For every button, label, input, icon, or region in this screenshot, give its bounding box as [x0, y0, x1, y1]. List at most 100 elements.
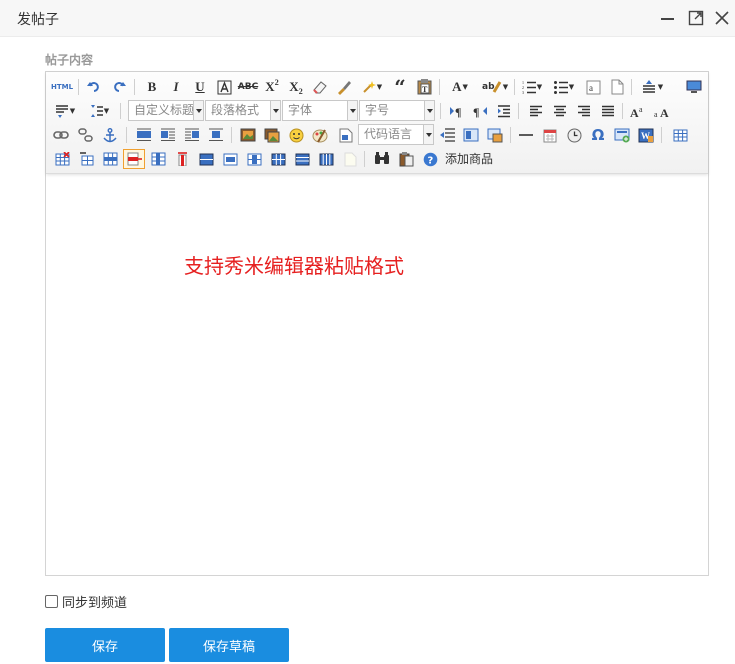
subscript-icon[interactable]: X2: [286, 77, 306, 97]
lowercase-icon[interactable]: aA: [652, 101, 672, 121]
row-spacing-icon[interactable]: ▼: [84, 101, 114, 121]
format-brush-icon[interactable]: [334, 77, 354, 97]
custom-heading-select[interactable]: 自定义标题: [128, 100, 204, 121]
strikethrough-icon[interactable]: ABC: [238, 77, 258, 97]
align-left-icon[interactable]: [526, 101, 546, 121]
sync-to-channel-label[interactable]: 同步到频道: [62, 592, 127, 611]
unlink-icon[interactable]: [76, 125, 96, 145]
ltr-direction-icon[interactable]: ¶: [446, 101, 466, 121]
toolbar-separator: [631, 79, 632, 95]
paragraph-format-select[interactable]: 段落格式: [205, 100, 281, 121]
svg-text:a: a: [589, 83, 593, 93]
blank-document-icon[interactable]: [340, 149, 360, 169]
image-none-icon[interactable]: [134, 125, 154, 145]
page-break-icon[interactable]: [607, 77, 627, 97]
redo-icon[interactable]: [109, 77, 129, 97]
font-border-icon[interactable]: [214, 77, 234, 97]
insert-paragraph-before-table-icon[interactable]: [76, 149, 96, 169]
font-size-select[interactable]: 字号: [359, 100, 435, 121]
image-left-icon[interactable]: [158, 125, 178, 145]
undo-icon[interactable]: [84, 77, 104, 97]
svg-text:A: A: [630, 106, 639, 119]
toolbar-separator: [661, 127, 662, 143]
font-family-value: 字体: [288, 103, 313, 117]
toolbar-separator: [440, 103, 441, 119]
superscript-icon[interactable]: X2: [262, 77, 282, 97]
italic-icon[interactable]: I: [166, 77, 186, 97]
special-char-icon[interactable]: Ω: [588, 125, 608, 145]
preview-icon[interactable]: [684, 77, 704, 97]
editor-content-area[interactable]: 支持秀米编辑器粘贴格式: [46, 175, 708, 575]
image-center-icon[interactable]: [206, 125, 226, 145]
insert-frame-icon[interactable]: [461, 125, 481, 145]
rtl-direction-icon[interactable]: ¶: [470, 101, 490, 121]
auto-format-icon[interactable]: ▼: [358, 77, 386, 97]
date-icon[interactable]: [540, 125, 560, 145]
sync-to-channel-checkbox[interactable]: [45, 595, 58, 608]
delete-row-icon[interactable]: [123, 149, 145, 169]
paste-plain-icon[interactable]: T: [414, 77, 434, 97]
row-spacing-top-icon[interactable]: ▼: [51, 101, 79, 121]
attachment-icon[interactable]: [396, 149, 416, 169]
delete-col-icon[interactable]: [172, 149, 192, 169]
toolbar-separator: [514, 79, 515, 95]
word-image-icon[interactable]: W: [636, 125, 656, 145]
save-draft-button[interactable]: 保存草稿: [169, 628, 289, 662]
align-justify-icon[interactable]: [598, 101, 618, 121]
merge-down-icon[interactable]: [244, 149, 264, 169]
blockquote-icon[interactable]: “: [390, 75, 410, 99]
ordered-list-icon[interactable]: 1 2 3 ▼: [518, 77, 546, 97]
background-color-icon[interactable]: ab ▼: [479, 77, 511, 97]
insert-template-icon[interactable]: [612, 125, 632, 145]
align-center-icon[interactable]: [550, 101, 570, 121]
search-replace-icon[interactable]: [372, 149, 392, 169]
link-icon[interactable]: [51, 125, 71, 145]
underline-icon[interactable]: U: [190, 77, 210, 97]
scrawl-icon[interactable]: [310, 125, 330, 145]
maximize-icon[interactable]: [688, 10, 704, 26]
unordered-list-icon[interactable]: ▼: [550, 77, 578, 97]
multi-image-icon[interactable]: [262, 125, 282, 145]
uppercase-icon[interactable]: Aa: [628, 101, 648, 121]
eraser-icon[interactable]: [310, 77, 330, 97]
image-right-icon[interactable]: [182, 125, 202, 145]
insert-row-icon[interactable]: [100, 149, 120, 169]
split-rows-icon[interactable]: [292, 149, 312, 169]
anchor-icon[interactable]: [100, 125, 120, 145]
delete-table-icon[interactable]: [52, 149, 72, 169]
web-picture-icon[interactable]: [485, 125, 505, 145]
line-height-icon[interactable]: ▼: [637, 77, 667, 97]
insert-image-icon[interactable]: [238, 125, 258, 145]
help-icon[interactable]: ?: [420, 149, 440, 169]
insert-paragraph-icon[interactable]: [438, 125, 458, 145]
horizontal-rule-icon[interactable]: [516, 125, 536, 145]
insert-col-icon[interactable]: [148, 149, 168, 169]
toolbar-row-4: ? 添加商品: [46, 147, 708, 171]
save-button[interactable]: 保存: [45, 628, 165, 662]
custom-heading-value: 自定义标题: [134, 103, 195, 117]
insert-table-icon[interactable]: [670, 125, 690, 145]
insert-video-icon[interactable]: [336, 125, 356, 145]
editor-content-text[interactable]: 支持秀米编辑器粘贴格式: [184, 250, 404, 279]
split-cells-icon[interactable]: [268, 149, 288, 169]
sync-to-channel[interactable]: 同步到频道: [45, 592, 127, 611]
font-color-icon[interactable]: A ▼: [446, 77, 474, 97]
add-product-button[interactable]: 添加商品: [445, 150, 493, 167]
align-right-icon[interactable]: [574, 101, 594, 121]
toolbar-separator: [231, 127, 232, 143]
close-icon[interactable]: [714, 10, 730, 26]
font-family-select[interactable]: 字体: [282, 100, 358, 121]
insert-link-at-icon[interactable]: a: [583, 77, 603, 97]
bold-icon[interactable]: B: [142, 77, 162, 97]
indent-icon[interactable]: [494, 101, 514, 121]
code-language-select[interactable]: 代码语言: [358, 124, 434, 145]
merge-cells-icon[interactable]: [196, 149, 216, 169]
merge-right-icon[interactable]: [220, 149, 240, 169]
time-icon[interactable]: [564, 125, 584, 145]
minimize-icon[interactable]: [660, 10, 676, 26]
post-content-label: 帖子内容: [45, 53, 94, 67]
split-cols-icon[interactable]: [316, 149, 336, 169]
svg-text:?: ?: [427, 155, 433, 166]
emoticon-icon[interactable]: [286, 125, 306, 145]
html-source-icon[interactable]: HTML: [51, 77, 73, 97]
